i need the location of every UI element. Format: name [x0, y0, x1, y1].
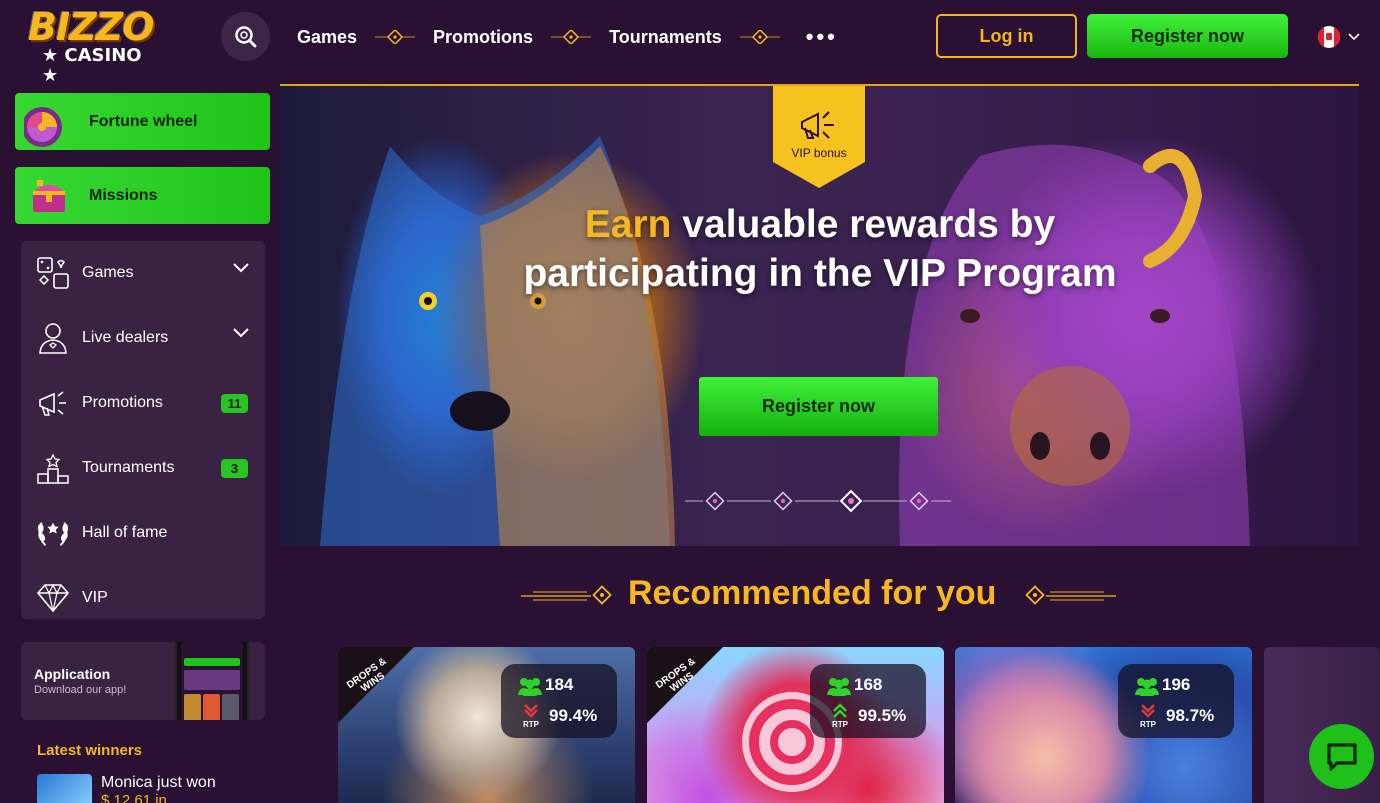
register-button[interactable]: Register now [1087, 14, 1288, 58]
sidebar-item-promotions[interactable]: Promotions 11 [21, 371, 265, 435]
header: BIZZO ★ CASINO ★ Games Promotions Tourna… [0, 0, 1380, 86]
nav-diamond-divider [551, 22, 592, 52]
winner-game-thumbnail[interactable] [37, 774, 92, 803]
treasure-chest-icon [23, 170, 75, 222]
trend-down-icon [524, 704, 538, 718]
nav-promotions[interactable]: Promotions [433, 27, 533, 48]
trend-up-icon [833, 703, 847, 718]
game-card[interactable]: DROPS & WINS 184 RTP 99.4% [338, 647, 635, 803]
megaphone-icon [36, 386, 70, 420]
trend-down-icon [1141, 704, 1155, 718]
sidebar-item-live-dealers[interactable]: Live dealers [21, 306, 265, 370]
carousel-dot [773, 491, 793, 511]
fortune-wheel-button[interactable]: Fortune wheel [15, 93, 270, 150]
carousel-dot-active [839, 489, 863, 513]
sidebar-item-label: VIP [82, 589, 108, 606]
rtp-value: 99.4% [549, 706, 598, 725]
missions-label: Missions [89, 186, 158, 204]
sidebar-item-games[interactable]: Games [21, 241, 265, 305]
sidebar-item-label: Live dealers [82, 329, 169, 346]
rtp-label: RTP [832, 720, 848, 729]
sidebar-item-label: Games [82, 264, 134, 281]
game-stats: 168 RTP 99.5% [810, 664, 926, 738]
game-card[interactable]: DROPS & WINS 168 RTP 99.5% [647, 647, 944, 803]
players-icon [518, 678, 542, 696]
nav-more-button[interactable]: ••• [806, 24, 838, 50]
app-download-card[interactable]: Application Download our app! [21, 642, 265, 720]
vip-promo-banner[interactable]: VIP bonus Earn valuable rewards by parti… [280, 84, 1359, 546]
rtp-label: RTP [1140, 720, 1156, 729]
recommended-title: Recommended for you [628, 574, 997, 612]
language-selector[interactable] [1318, 26, 1360, 48]
title-ornament-left [521, 585, 612, 605]
fortune-wheel-icon [23, 96, 75, 148]
sidebar-item-label: Tournaments [82, 459, 175, 476]
players-icon [1135, 678, 1159, 696]
winner-amount: $ 12.61 in [101, 792, 167, 803]
hero-headline: Earn valuable rewards by participating i… [510, 200, 1130, 298]
logo-wordmark: BIZZO [28, 5, 155, 49]
tournaments-count-badge: 3 [221, 459, 248, 478]
phone-preview-image [175, 642, 249, 720]
sidebar-item-hall-of-fame[interactable]: Hall of fame [21, 501, 265, 565]
bizzo-casino-logo[interactable]: BIZZO ★ CASINO ★ [28, 5, 163, 86]
live-dealer-icon [36, 321, 70, 355]
chevron-down-icon [1348, 33, 1360, 41]
rtp-value: 99.5% [858, 706, 907, 725]
games-icon [36, 256, 70, 290]
nav-diamond-divider [375, 22, 416, 52]
canada-flag-icon [1318, 26, 1340, 48]
hero-headline-highlight: Earn [584, 203, 672, 246]
search-icon [234, 25, 256, 47]
latest-winners-title: Latest winners [37, 742, 143, 759]
chevron-down-icon[interactable] [233, 263, 249, 273]
winner-text: Monica just won [101, 774, 216, 791]
sidebar-menu: Games Live dealers Promotions 11 Tournam… [21, 241, 265, 619]
laurel-icon [36, 516, 70, 550]
live-chat-button[interactable] [1309, 724, 1374, 789]
app-card-subtitle: Download our app! [34, 684, 127, 696]
game-stats: 196 RTP 98.7% [1118, 664, 1234, 738]
player-count: 168 [854, 675, 883, 694]
player-count: 196 [1162, 675, 1191, 694]
rtp-value: 98.7% [1166, 706, 1215, 725]
podium-icon [36, 451, 70, 485]
hero-register-button[interactable]: Register now [699, 377, 938, 436]
vip-bonus-tag-label: VIP bonus [791, 146, 847, 160]
missions-button[interactable]: Missions [15, 167, 270, 224]
megaphone-icon [801, 111, 834, 139]
app-card-title: Application [34, 666, 111, 682]
sidebar-item-label: Promotions [82, 394, 163, 411]
carousel-pagination[interactable] [685, 486, 955, 516]
logo-subtitle: ★ CASINO ★ [42, 45, 142, 86]
chevron-down-icon[interactable] [233, 328, 249, 338]
player-count: 184 [545, 675, 574, 694]
rtp-label: RTP [523, 720, 539, 729]
carousel-dot [705, 491, 725, 511]
game-card[interactable]: 196 RTP 98.7% [955, 647, 1252, 803]
sidebar-item-label: Hall of fame [82, 524, 168, 541]
login-button[interactable]: Log in [936, 14, 1077, 58]
title-ornament-right [1025, 585, 1116, 605]
sidebar-item-vip[interactable]: VIP [21, 566, 265, 630]
diamond-icon [36, 581, 70, 615]
fortune-wheel-label: Fortune wheel [89, 112, 198, 130]
chat-bubble-icon [1326, 742, 1357, 771]
nav-games[interactable]: Games [297, 27, 357, 48]
search-button[interactable] [221, 12, 270, 61]
game-stats: 184 RTP 99.4% [501, 664, 617, 738]
sidebar-item-tournaments[interactable]: Tournaments 3 [21, 436, 265, 500]
nav-tournaments[interactable]: Tournaments [609, 27, 722, 48]
carousel-dot [909, 491, 929, 511]
promotions-count-badge: 11 [221, 394, 248, 413]
players-icon [827, 678, 851, 696]
main-nav: Games Promotions Tournaments ••• [297, 22, 838, 52]
nav-diamond-divider [739, 22, 780, 52]
